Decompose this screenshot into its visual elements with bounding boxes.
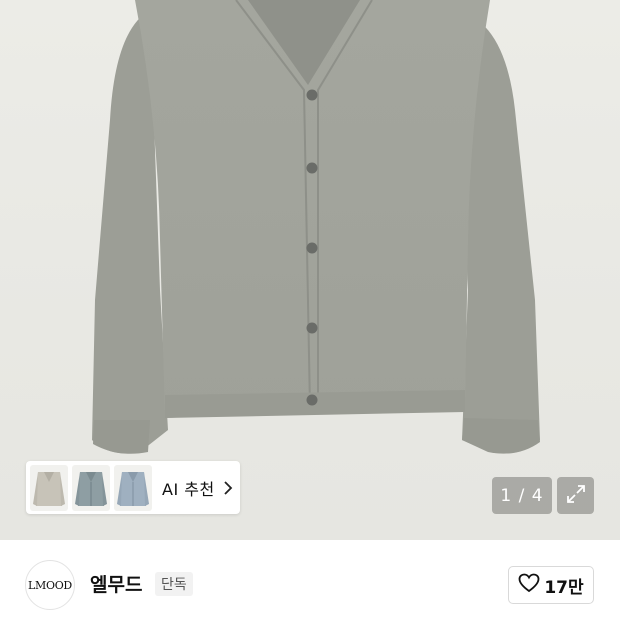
ai-recommend-panel[interactable]: AI 추천 bbox=[26, 461, 240, 514]
image-counter: 1 / 4 bbox=[492, 477, 552, 514]
blue-gray-cardigan-thumb[interactable] bbox=[72, 464, 110, 511]
brand-row: LMOOD 엘무드 단독 17만 bbox=[0, 540, 620, 620]
expand-button[interactable] bbox=[557, 477, 594, 514]
ai-recommend-label: AI 추천 bbox=[162, 479, 215, 499]
like-count: 17만 bbox=[544, 577, 584, 598]
brand-logo[interactable]: LMOOD bbox=[25, 560, 75, 610]
beige-cardigan-thumb[interactable] bbox=[30, 464, 68, 511]
light-blue-cardigan-thumb[interactable] bbox=[114, 464, 152, 511]
exclusive-badge: 단독 bbox=[155, 572, 193, 596]
like-button[interactable]: 17만 bbox=[508, 566, 594, 604]
expand-icon bbox=[565, 483, 587, 509]
brand-name[interactable]: 엘무드 bbox=[90, 570, 142, 597]
product-image[interactable]: AI 추천 1 / 4 bbox=[0, 0, 620, 540]
heart-icon bbox=[518, 573, 540, 597]
chevron-right-icon bbox=[223, 480, 233, 495]
product-detail-screen: AI 추천 1 / 4 LMOOD 엘무드 단독 17만 bbox=[0, 0, 620, 620]
cardigan-illustration bbox=[92, 0, 540, 454]
